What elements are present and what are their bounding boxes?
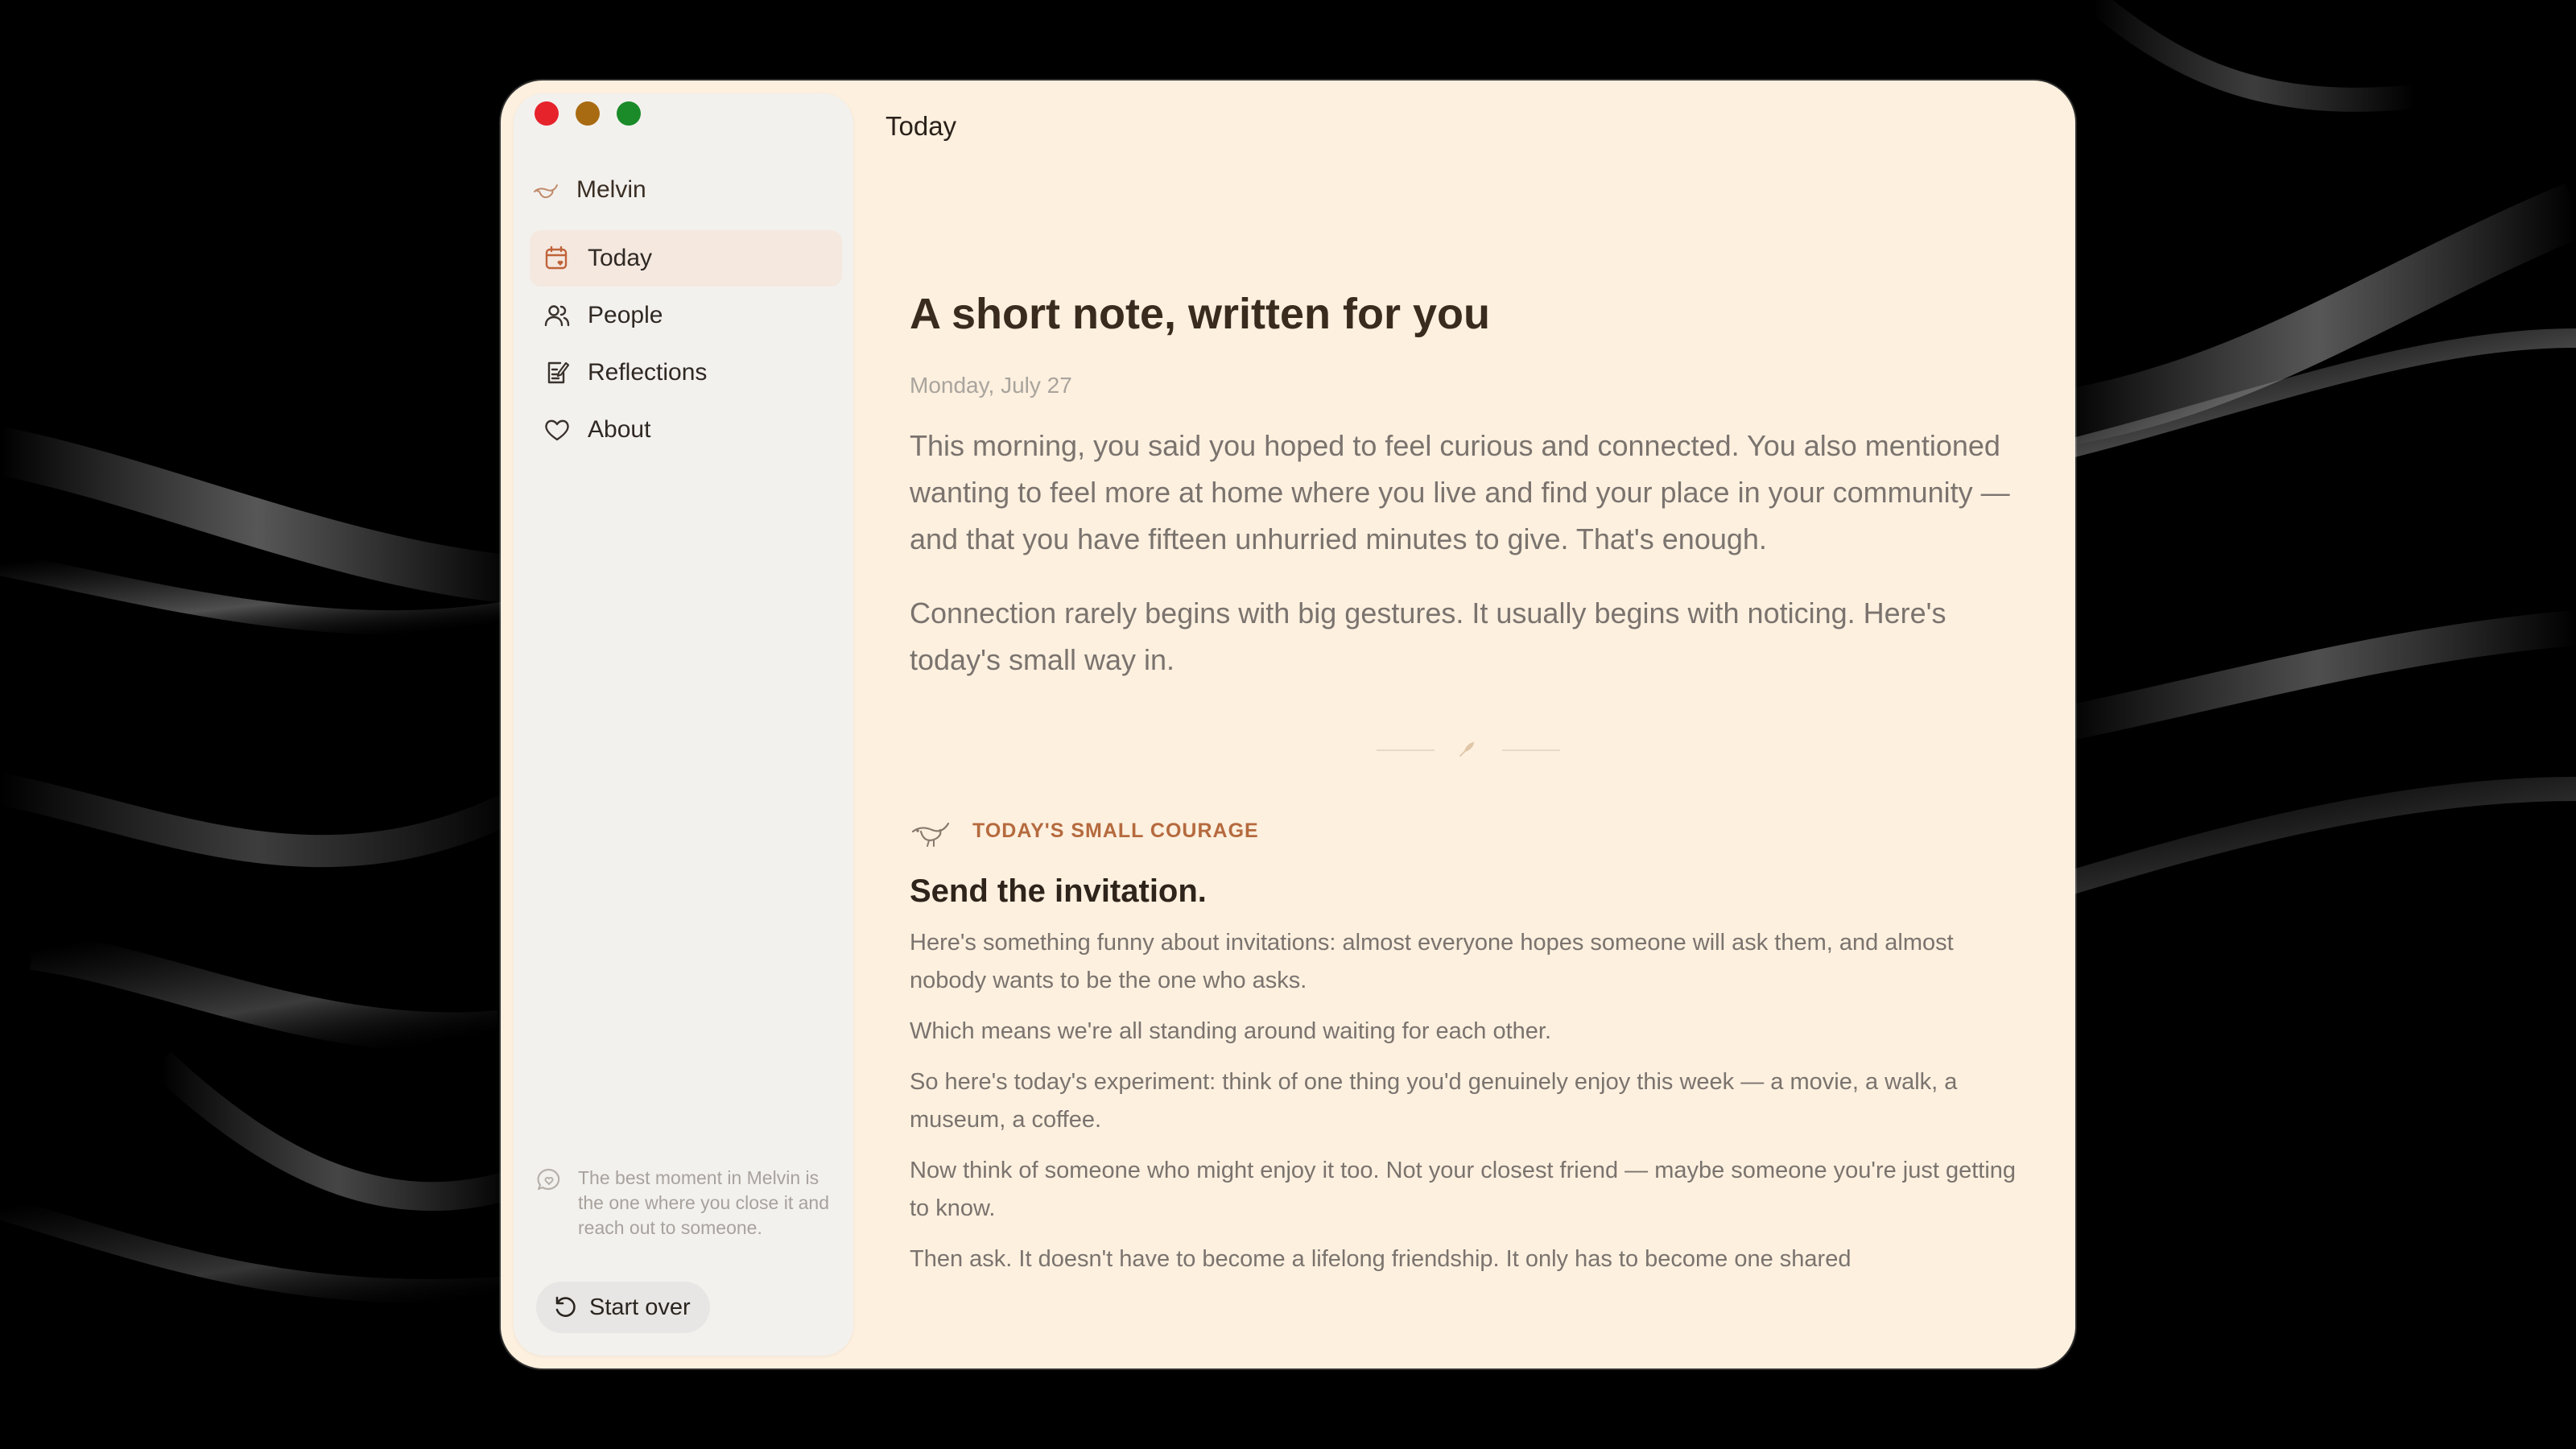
- start-over-label: Start over: [589, 1294, 691, 1320]
- page-title: A short note, written for you: [910, 290, 1490, 338]
- body-paragraph: Then ask. It doesn't have to become a li…: [910, 1245, 1852, 1272]
- heart-icon: [545, 419, 569, 441]
- intro-paragraph: Connection rarely begins with big gestur…: [910, 596, 1946, 676]
- calendar-icon: [545, 246, 568, 270]
- restart-icon: [555, 1296, 576, 1317]
- section-header: TODAY'S SMALL COURAGE: [910, 814, 2029, 849]
- window-minimize-button[interactable]: [576, 101, 600, 126]
- start-over-button[interactable]: Start over: [536, 1282, 710, 1333]
- section-label: TODAY'S SMALL COURAGE: [972, 819, 1259, 843]
- body-paragraph: Now think of someone who might enjoy it …: [910, 1157, 2017, 1221]
- main-content: A short note, written for you Monday, Ju…: [910, 274, 2029, 1362]
- body-paragraph: Which means we're all standing around wa…: [910, 1018, 1552, 1044]
- divider-line: [1377, 749, 1435, 751]
- sidebar-item-about[interactable]: About: [530, 402, 842, 458]
- window-maximize-button[interactable]: [617, 101, 641, 126]
- sidebar-item-today[interactable]: Today: [530, 230, 842, 287]
- people-icon: [544, 305, 570, 327]
- app-name: Melvin: [576, 176, 646, 203]
- section-divider: [910, 733, 2029, 766]
- sidebar-item-label: People: [588, 302, 663, 328]
- sidebar-item-label: Reflections: [588, 359, 708, 386]
- journal-icon: [547, 361, 570, 384]
- sidebar-item-label: Today: [588, 245, 653, 271]
- melvin-bird-icon: [911, 822, 950, 847]
- sidebar-nav: Today People Reflections About: [530, 230, 842, 459]
- body-paragraph: So here's today's experiment: think of o…: [910, 1068, 1958, 1133]
- section-title: Send the invitation.: [910, 873, 1207, 909]
- window-close-button[interactable]: [535, 101, 559, 126]
- divider-line: [1502, 749, 1560, 751]
- sidebar-item-reflections[interactable]: Reflections: [530, 345, 842, 401]
- sidebar-item-label: About: [588, 416, 651, 443]
- melvin-bird-logo-icon: [534, 184, 558, 199]
- feather-icon: [1459, 741, 1475, 757]
- sidebar-tip: The best moment in Melvin is the one whe…: [535, 1166, 832, 1241]
- intro-paragraph: This morning, you said you hoped to feel…: [910, 428, 2010, 555]
- chat-heart-icon: [537, 1168, 560, 1191]
- body-paragraph: Here's something funny about invitations…: [910, 929, 1954, 993]
- app-brand: Melvin: [531, 175, 646, 204]
- window-title: Today: [886, 111, 957, 141]
- note-date: Monday, July 27: [910, 372, 1072, 398]
- tip-text: The best moment in Melvin is the one whe…: [578, 1167, 829, 1238]
- sidebar-item-people[interactable]: People: [530, 287, 842, 344]
